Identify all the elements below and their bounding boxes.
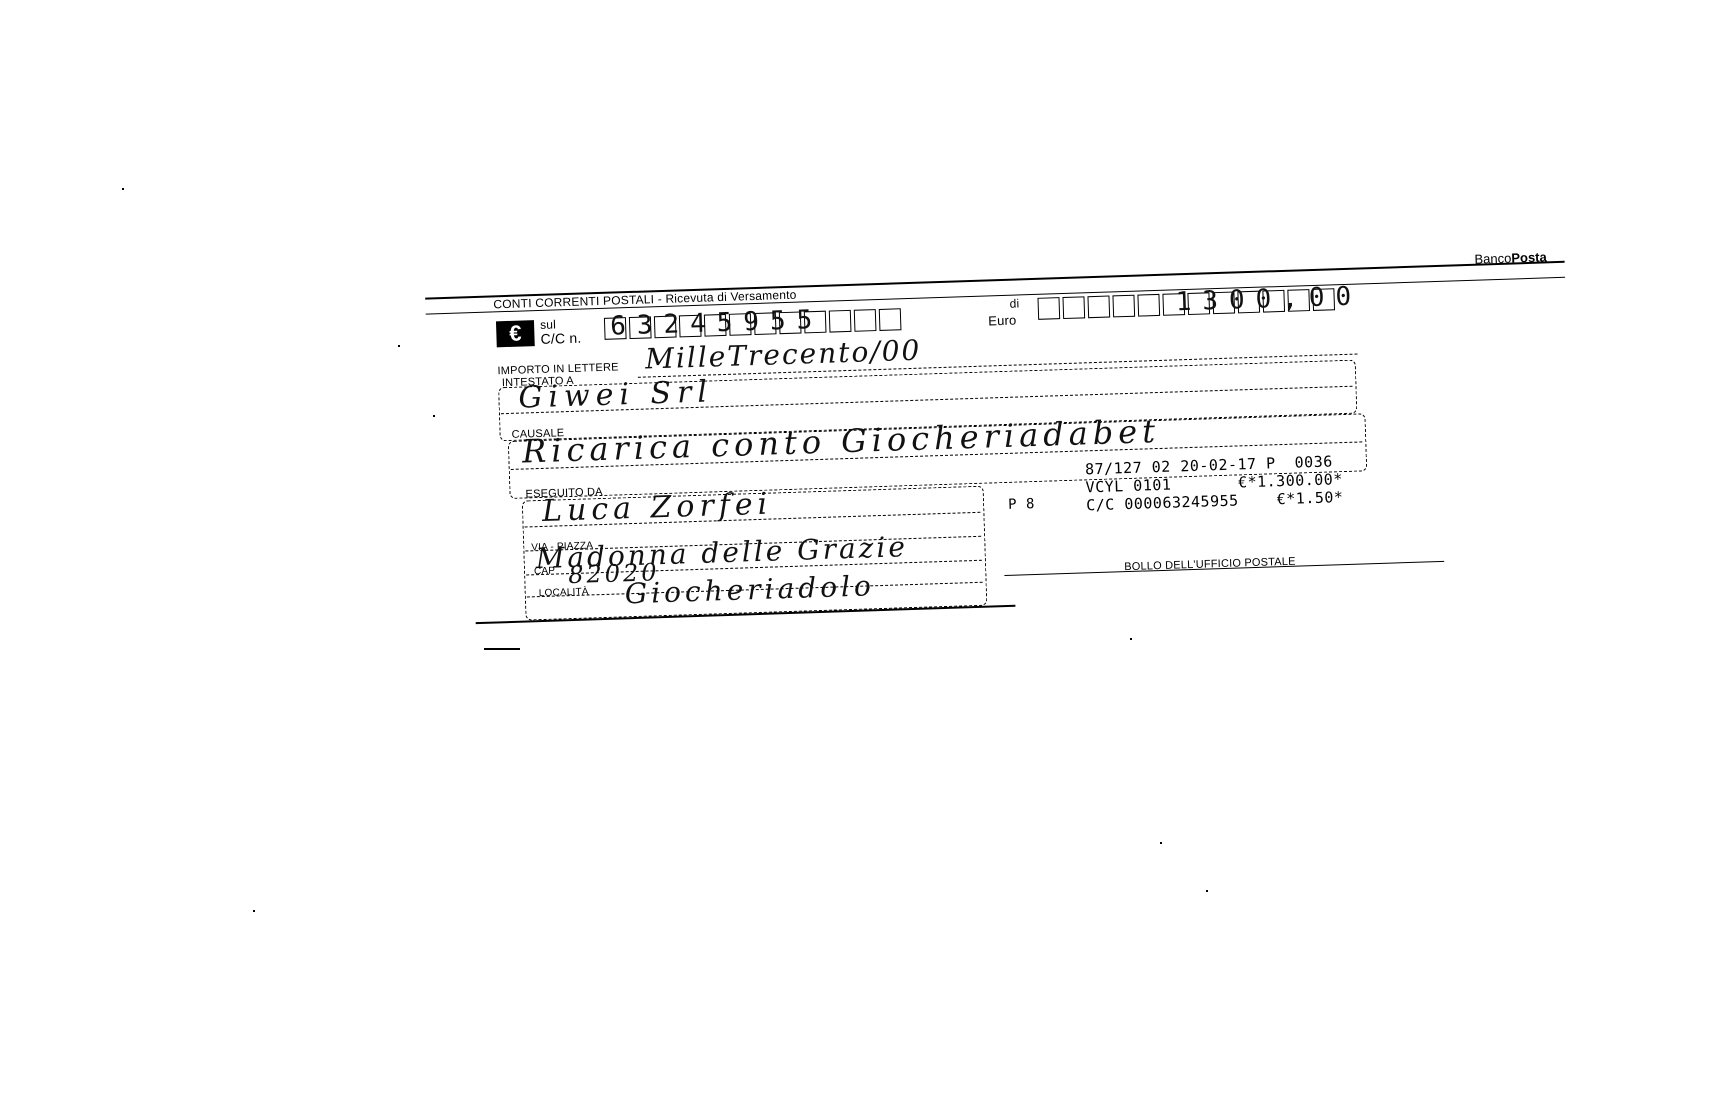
bancoposta-logo: BancoPosta xyxy=(1474,249,1547,266)
brand-prefix: Banco xyxy=(1474,250,1512,267)
postal-receipt-slip: CONTI CORRENTI POSTALI - Ricevuta di Ver… xyxy=(425,249,1576,652)
account-number-value: 63245955 xyxy=(609,304,824,342)
localita-label: LOCALITÀ xyxy=(538,586,589,600)
amount-label-euro: Euro xyxy=(987,312,1017,329)
scanned-page: CONTI CORRENTI POSTALI - Ricevuta di Ver… xyxy=(0,0,1728,1119)
scan-speck xyxy=(1130,638,1132,640)
scan-speck xyxy=(1160,842,1162,844)
scan-speck xyxy=(1206,890,1208,892)
scan-speck xyxy=(398,345,400,347)
cap-label: CAP xyxy=(533,565,556,578)
scan-speck xyxy=(433,415,435,417)
intestato-value: Giwei Srl xyxy=(517,374,714,416)
amount-label-di: di xyxy=(1009,296,1020,311)
brand-suffix: Posta xyxy=(1511,249,1547,266)
euro-symbol: € xyxy=(508,320,522,346)
scan-speck xyxy=(122,188,124,190)
account-label-ccn: C/C n. xyxy=(540,329,582,347)
amount-value: 1300,00 xyxy=(1175,281,1363,318)
p8-code: P 8 xyxy=(1007,496,1036,513)
eseguito-value: Luca Zorfei xyxy=(541,486,773,529)
euro-icon: € xyxy=(495,320,535,348)
scan-speck xyxy=(253,910,255,912)
